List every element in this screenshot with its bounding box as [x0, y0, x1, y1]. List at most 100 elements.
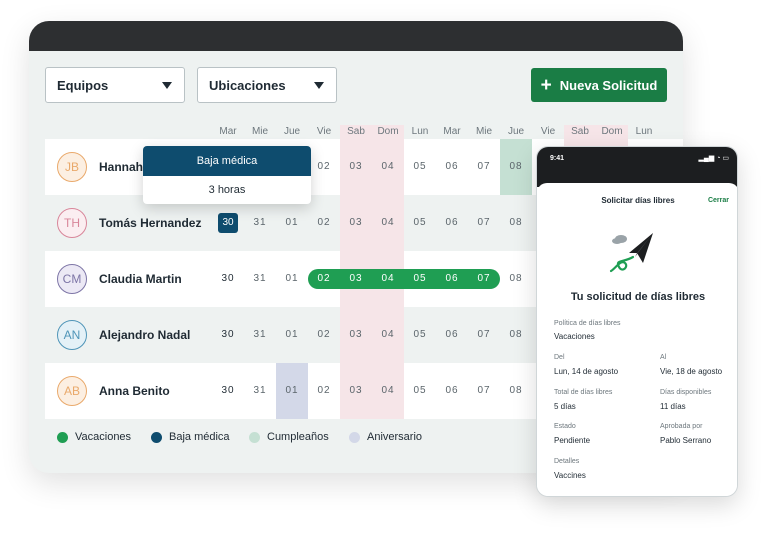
day-header: Mar: [443, 126, 461, 137]
date-cell[interactable]: 08: [500, 329, 532, 340]
request-heading: Tu solicitud de días libres: [570, 291, 706, 303]
date-cell[interactable]: 08: [500, 161, 532, 172]
date-cell[interactable]: 06: [436, 385, 468, 396]
date-cell[interactable]: 02: [308, 217, 340, 228]
date-cell[interactable]: 30: [212, 385, 244, 396]
date-cell[interactable]: 03: [340, 217, 372, 228]
total-value: 5 días: [554, 402, 576, 411]
teams-dropdown-label: Equipos: [57, 77, 109, 93]
date-cell[interactable]: 06: [436, 273, 468, 284]
date-cell[interactable]: 31: [244, 329, 276, 340]
avatar: AB: [57, 376, 87, 406]
date-cell[interactable]: 05: [404, 161, 436, 172]
status-time: 9:41: [550, 155, 565, 162]
legend-label: Cumpleaños: [267, 431, 329, 443]
day-header: Mar: [219, 126, 237, 137]
date-cell[interactable]: 06: [436, 161, 468, 172]
legend-item: Vacaciones: [57, 431, 131, 443]
date-cell[interactable]: 07: [468, 217, 500, 228]
paper-plane-icon: [609, 233, 653, 273]
date-cell[interactable]: 04: [372, 385, 404, 396]
date-cell[interactable]: 07: [468, 329, 500, 340]
available-value: 11 días: [660, 402, 686, 411]
date-cell[interactable]: 01: [276, 329, 308, 340]
date-cell[interactable]: 01: [276, 385, 308, 396]
employee-name: Anna Benito: [99, 384, 170, 398]
date-cell[interactable]: 03: [340, 329, 372, 340]
policy-value: Vacaciones: [554, 332, 595, 341]
legend-dot: [57, 431, 68, 443]
date-cell[interactable]: 03: [340, 161, 372, 172]
legend-label: Vacaciones: [75, 431, 132, 443]
date-cell[interactable]: 02: [308, 161, 340, 172]
new-request-label: Nueva Solicitud: [559, 77, 658, 93]
chevron-down-icon: [162, 82, 172, 89]
employee-name: Alejandro Nadal: [99, 328, 191, 342]
chevron-down-icon: [314, 82, 324, 89]
legend-item: Aniversario: [349, 431, 422, 443]
total-label: Total de días libres: [554, 389, 613, 396]
date-cell[interactable]: 05: [404, 329, 436, 340]
date-cell[interactable]: 01: [276, 273, 308, 284]
tooltip-duration: 3 horas: [208, 184, 246, 196]
approved-value: Pablo Serrano: [660, 436, 712, 445]
details-value: Vaccines: [554, 471, 586, 480]
avatar: AN: [57, 320, 87, 350]
date-cell[interactable]: 01: [276, 217, 308, 228]
to-label: Al: [660, 354, 667, 361]
legend-dot: [349, 431, 360, 443]
avatar: CM: [57, 264, 87, 294]
date-cell[interactable]: 06: [436, 329, 468, 340]
close-button[interactable]: Cerrar: [708, 197, 729, 204]
date-cell[interactable]: 31: [244, 273, 276, 284]
date-cell[interactable]: 30: [212, 329, 244, 340]
phone-mockup: 9:41 ▂▄▆ ◔ ▭ Solicitar días libres Cerra…: [536, 146, 738, 497]
teams-dropdown[interactable]: Equipos: [45, 67, 185, 103]
absence-tooltip: Baja médica 3 horas: [143, 146, 311, 204]
new-request-button[interactable]: + Nueva Solicitud: [531, 68, 667, 102]
date-cell[interactable]: 03: [340, 273, 372, 284]
date-cell[interactable]: 05: [404, 273, 436, 284]
tooltip-type: Baja médica: [143, 146, 311, 176]
date-cell[interactable]: 02: [308, 273, 340, 284]
date-cell[interactable]: 08: [500, 273, 532, 284]
day-header: Lun: [411, 126, 429, 137]
legend-dot: [151, 431, 162, 443]
request-sheet: Solicitar días libres Cerrar Tu solicitu…: [537, 183, 737, 496]
sick-leave-marker[interactable]: 30: [218, 213, 238, 233]
plus-icon: +: [540, 74, 552, 96]
date-cell[interactable]: 08: [500, 217, 532, 228]
date-cell[interactable]: 04: [372, 161, 404, 172]
day-header: Mie: [475, 126, 493, 137]
date-cell[interactable]: 04: [372, 273, 404, 284]
status-label: Estado: [554, 423, 576, 430]
day-header: Vie: [316, 126, 332, 137]
date-cell[interactable]: 08: [500, 385, 532, 396]
date-cell[interactable]: 05: [404, 385, 436, 396]
status-value: Pendiente: [554, 436, 591, 445]
day-header: Vie: [540, 126, 556, 137]
date-cell[interactable]: 02: [308, 329, 340, 340]
employee-name: Tomás Hernandez: [99, 216, 202, 230]
legend-item: Cumpleaños: [249, 431, 329, 443]
available-label: Días disponibles: [660, 389, 712, 396]
approved-label: Aprobada por: [660, 423, 703, 430]
locations-dropdown[interactable]: Ubicaciones: [197, 67, 337, 103]
date-cell[interactable]: 04: [372, 217, 404, 228]
date-cell[interactable]: 05: [404, 217, 436, 228]
date-cell[interactable]: 31: [244, 385, 276, 396]
from-label: Del: [554, 354, 565, 361]
date-cell[interactable]: 07: [468, 273, 500, 284]
day-header: Jue: [283, 126, 301, 137]
legend-item: Baja médica: [151, 431, 230, 443]
date-cell[interactable]: 07: [468, 385, 500, 396]
legend-label: Aniversario: [367, 431, 423, 443]
date-cell[interactable]: 03: [340, 385, 372, 396]
date-cell[interactable]: 04: [372, 329, 404, 340]
date-cell[interactable]: 31: [244, 217, 276, 228]
date-cell[interactable]: 02: [308, 385, 340, 396]
date-cell[interactable]: 30: [212, 273, 244, 284]
day-header: Lun: [635, 126, 653, 137]
date-cell[interactable]: 06: [436, 217, 468, 228]
date-cell[interactable]: 07: [468, 161, 500, 172]
